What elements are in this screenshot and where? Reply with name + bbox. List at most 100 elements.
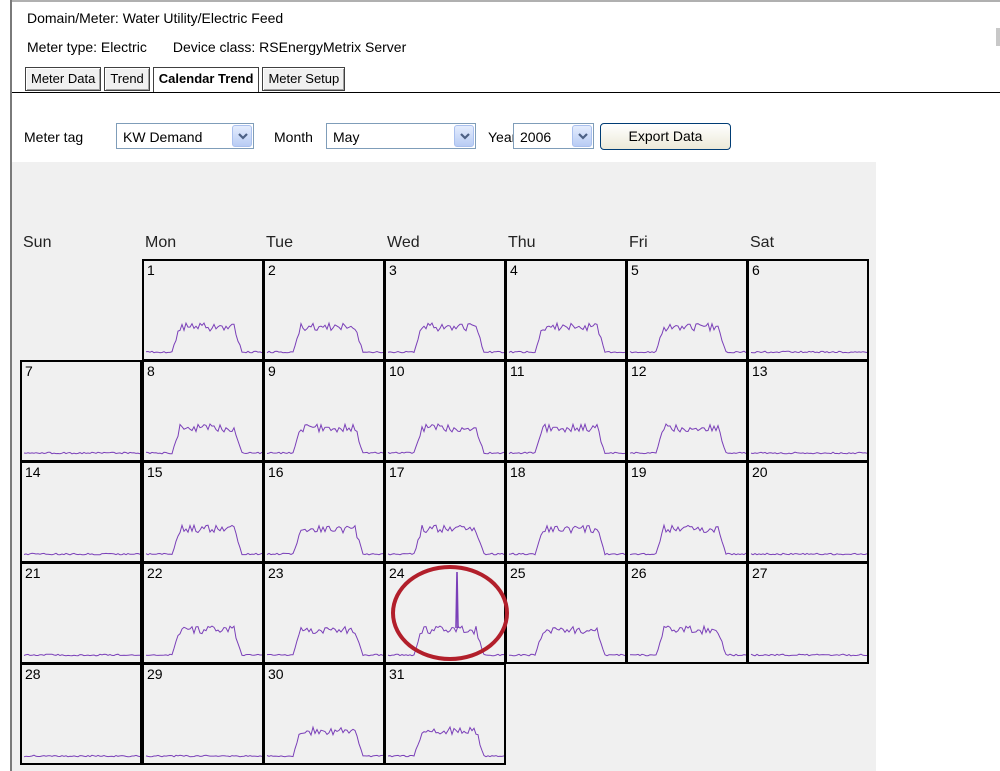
day-demand-trend — [387, 571, 504, 657]
day-demand-trend — [508, 422, 625, 455]
calendar-day-6[interactable]: 6 — [747, 259, 869, 361]
calendar-day-18[interactable]: 18 — [505, 461, 627, 563]
calendar-day-16[interactable]: 16 — [263, 461, 385, 563]
calendar-day-21[interactable]: 21 — [20, 562, 142, 664]
demand-trace-line — [387, 625, 504, 657]
month-value: May — [333, 129, 360, 145]
demand-trace-line — [23, 754, 140, 758]
calendar-day-15[interactable]: 15 — [142, 461, 264, 563]
demand-trace-line — [629, 322, 746, 354]
demand-trace-line — [630, 624, 746, 657]
day-demand-trend — [387, 725, 504, 758]
demand-trace-line — [23, 552, 140, 556]
weekday-header-sun: Sun — [23, 234, 52, 251]
demand-trace-line — [145, 321, 262, 354]
demand-trace-line — [23, 451, 140, 455]
chevron-down-icon[interactable] — [232, 125, 252, 147]
calendar-day-14[interactable]: 14 — [20, 461, 142, 563]
calendar-day-11[interactable]: 11 — [505, 360, 627, 462]
tab-bar: Meter Data Trend Calendar Trend Meter Se… — [25, 67, 348, 93]
calendar-day-13[interactable]: 13 — [747, 360, 869, 462]
domain-meter-line: Domain/Meter: Water Utility/Electric Fee… — [27, 10, 284, 26]
tab-meter-data[interactable]: Meter Data — [25, 67, 102, 91]
tab-meter-setup[interactable]: Meter Setup — [262, 67, 346, 91]
device-class-text: Device class: RSEnergyMetrix Server — [172, 39, 407, 55]
weekday-header-wed: Wed — [387, 234, 420, 251]
day-demand-trend — [508, 321, 625, 354]
calendar-day-10[interactable]: 10 — [384, 360, 506, 462]
calendar-day-29[interactable]: 29 — [142, 663, 264, 765]
scrollbar-edge[interactable] — [996, 28, 1000, 46]
demand-trace-line — [266, 422, 383, 455]
weekday-header-thu: Thu — [508, 234, 536, 251]
tab-trend[interactable]: Trend — [104, 67, 150, 91]
day-demand-trend — [145, 523, 262, 556]
calendar-day-31[interactable]: 31 — [384, 663, 506, 765]
demand-trace-line — [508, 524, 625, 556]
demand-trace-line — [387, 423, 504, 455]
demand-trace-line — [387, 524, 504, 556]
day-demand-trend — [266, 524, 383, 556]
day-demand-trend — [23, 451, 140, 455]
weekday-header-sat: Sat — [750, 234, 775, 251]
day-demand-trend — [23, 754, 140, 758]
day-demand-trend — [387, 423, 504, 455]
year-select[interactable]: 2006 — [513, 123, 594, 149]
day-demand-trend — [266, 321, 383, 354]
calendar-day-24[interactable]: 24 — [384, 562, 506, 664]
calendar-day-20[interactable]: 20 — [747, 461, 869, 563]
tab-underline — [12, 92, 1000, 93]
calendar-day-23[interactable]: 23 — [263, 562, 385, 664]
day-demand-trend — [629, 523, 746, 556]
calendar-day-5[interactable]: 5 — [626, 259, 748, 361]
day-demand-trend — [509, 625, 625, 657]
meter-tag-select[interactable]: KW Demand — [116, 123, 254, 149]
calendar-day-3[interactable]: 3 — [384, 259, 506, 361]
day-demand-trend — [630, 624, 746, 657]
tab-calendar-trend[interactable]: Calendar Trend — [152, 67, 260, 93]
calendar-day-22[interactable]: 22 — [142, 562, 264, 664]
weekday-header-mon: Mon — [145, 234, 177, 251]
day-demand-trend — [23, 552, 140, 556]
calendar-day-28[interactable]: 28 — [20, 663, 142, 765]
calendar-day-19[interactable]: 19 — [626, 461, 748, 563]
demand-trace-line — [750, 451, 867, 455]
calendar-day-27[interactable]: 27 — [747, 562, 869, 664]
calendar-day-4[interactable]: 4 — [505, 259, 627, 361]
demand-trace-line — [266, 625, 383, 657]
meter-tag-label: Meter tag — [24, 129, 84, 145]
day-demand-trend — [266, 625, 383, 657]
demand-trace-line — [750, 653, 867, 657]
day-demand-trend — [750, 451, 867, 455]
demand-trace-line — [508, 422, 625, 455]
year-value: 2006 — [520, 129, 552, 145]
calendar-day-7[interactable]: 7 — [20, 360, 142, 462]
demand-trace-line — [145, 523, 262, 556]
calendar-day-8[interactable]: 8 — [142, 360, 264, 462]
weekday-header-fri: Fri — [629, 234, 648, 251]
day-demand-trend — [145, 625, 262, 657]
calendar-day-26[interactable]: 26 — [626, 562, 748, 664]
demand-trace-line — [266, 321, 383, 354]
day-demand-trend — [629, 423, 746, 455]
demand-trace-line — [387, 725, 504, 758]
calendar-day-1[interactable]: 1 — [142, 259, 264, 361]
chevron-down-icon[interactable] — [572, 125, 592, 147]
demand-trace-line — [509, 625, 625, 657]
calendar-day-9[interactable]: 9 — [263, 360, 385, 462]
day-demand-trend — [508, 524, 625, 556]
demand-trace-line — [145, 423, 262, 455]
export-data-button[interactable]: Export Data — [600, 123, 731, 150]
calendar-day-17[interactable]: 17 — [384, 461, 506, 563]
demand-trace-line — [266, 725, 383, 758]
meter-type-text: Meter type: Electric — [27, 39, 147, 55]
calendar-day-25[interactable]: 25 — [505, 562, 627, 664]
demand-trace-line — [23, 653, 140, 657]
chevron-down-icon[interactable] — [454, 125, 474, 147]
calendar-day-30[interactable]: 30 — [263, 663, 385, 765]
meter-tag-value: KW Demand — [123, 129, 203, 145]
month-select[interactable]: May — [326, 123, 476, 149]
day-demand-trend — [145, 321, 262, 354]
calendar-day-12[interactable]: 12 — [626, 360, 748, 462]
calendar-day-2[interactable]: 2 — [263, 259, 385, 361]
